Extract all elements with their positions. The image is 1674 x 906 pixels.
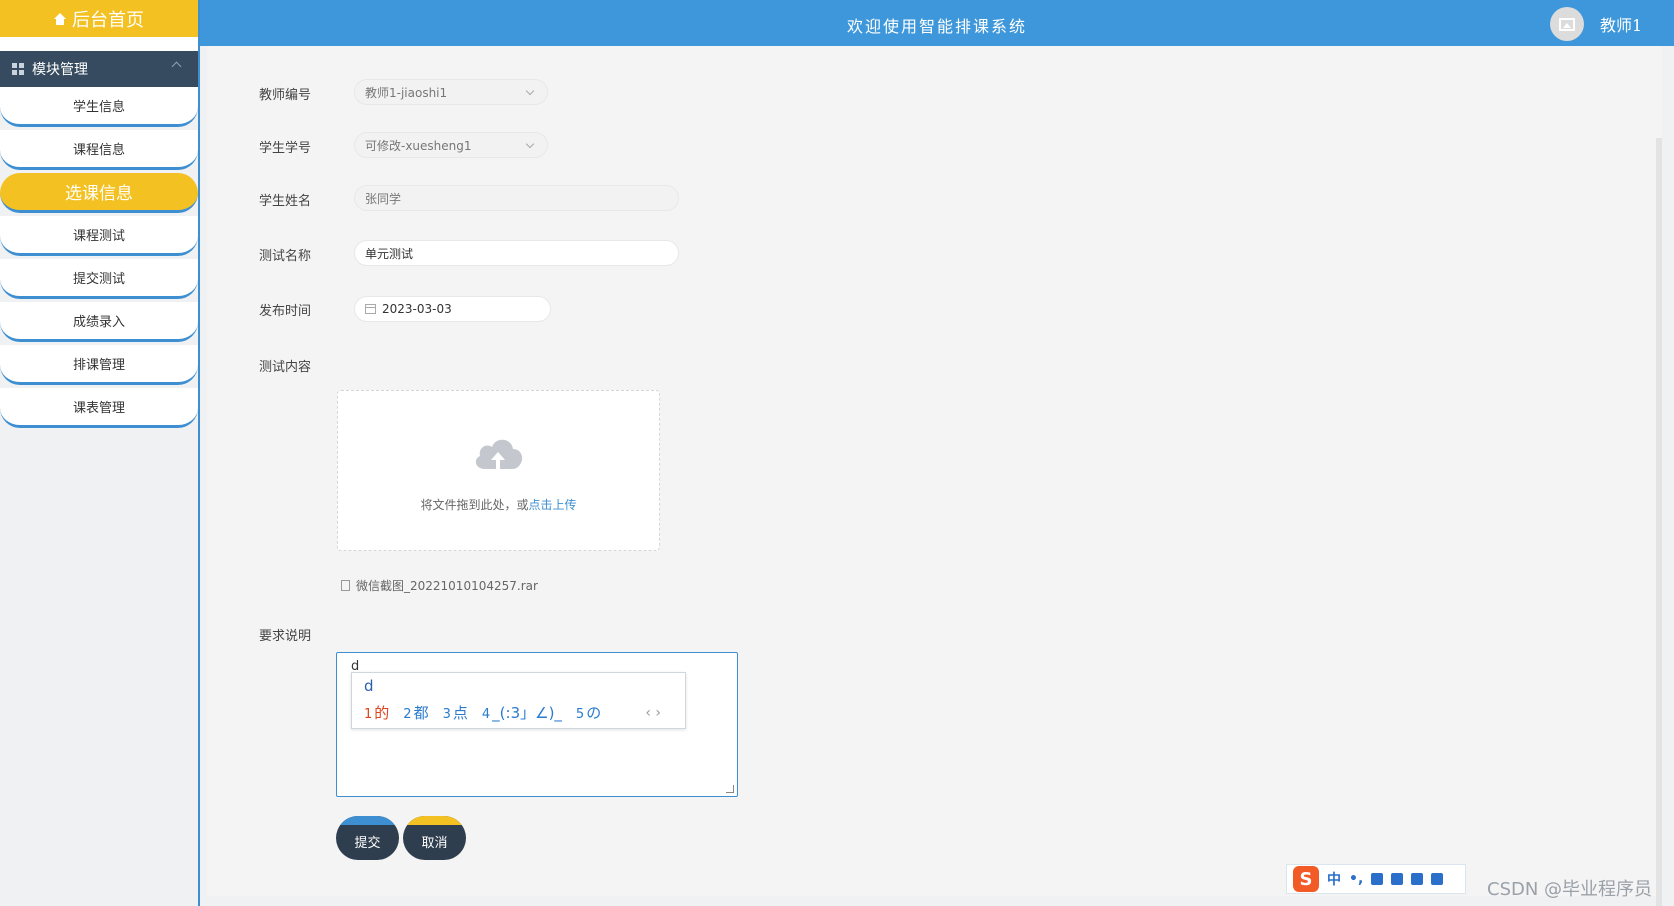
ime-page-arrows[interactable]: ‹ › [645, 705, 661, 721]
requirements-label: 要求说明 [259, 629, 312, 644]
calendar-icon [365, 304, 376, 314]
keyboard-icon[interactable] [1391, 873, 1404, 885]
page-title: 欢迎使用智能排课系统 [846, 17, 1027, 36]
sidebar-item-course-selection[interactable]: 选课信息 [0, 173, 198, 213]
publish-time-value: 2023-03-03 [382, 302, 452, 316]
ime-candidate[interactable]: 4 _(:3」∠)_ [482, 702, 562, 723]
sidebar: 后台首页 模块管理 学生信息 课程信息 选课信息 课程测试 提交测试 成绩录入 … [0, 0, 200, 906]
ime-candidate[interactable]: 1的 [364, 702, 389, 723]
resize-grip-icon[interactable] [726, 785, 734, 793]
ime-candidate[interactable]: 5の [576, 702, 601, 723]
home-label: 后台首页 [72, 9, 144, 31]
test-name-label: 测试名称 [259, 249, 312, 264]
publish-time-label: 发布时间 [259, 304, 312, 319]
sidebar-item-submit-test[interactable]: 提交测试 [0, 259, 198, 299]
upload-dropzone[interactable]: 将文件拖到此处，或点击上传 [337, 390, 660, 551]
module-label: 模块管理 [32, 62, 88, 78]
test-content-label: 测试内容 [259, 360, 312, 375]
ime-composing-text: d [364, 677, 374, 695]
teacher-id-select[interactable]: 教师1-jiaoshi1 [354, 79, 548, 105]
uploaded-file-name: 微信截图_20221010104257.rar [356, 579, 538, 593]
sidebar-spacer [0, 37, 198, 51]
upload-hint: 将文件拖到此处，或点击上传 [338, 496, 659, 513]
module-management-header[interactable]: 模块管理 [0, 51, 198, 87]
sidebar-menu: 学生信息 课程信息 选课信息 课程测试 提交测试 成绩录入 排课管理 课表管理 [0, 87, 198, 428]
student-name-value: 张同学 [365, 191, 402, 206]
submit-button[interactable]: 提交 [336, 816, 399, 860]
watermark: CSDN @毕业程序员 [1487, 879, 1653, 900]
ime-candidate[interactable]: 3点 [443, 702, 468, 723]
sidebar-item-course-info[interactable]: 课程信息 [0, 130, 198, 170]
cancel-label: 取消 [421, 835, 448, 850]
document-icon [341, 580, 350, 591]
microphone-icon[interactable] [1371, 873, 1384, 885]
avatar[interactable] [1550, 7, 1584, 41]
image-icon [1559, 17, 1575, 31]
upload-hint-text: 将文件拖到此处，或 [420, 498, 529, 512]
student-id-label: 学生学号 [259, 141, 312, 156]
cancel-button[interactable]: 取消 [403, 816, 466, 860]
chevron-down-icon [525, 86, 535, 96]
user-name[interactable]: 教师1 [1600, 12, 1642, 36]
ime-candidate-window: d 1的 2都 3点 4 _(:3」∠)_ 5の ‹ › [351, 672, 686, 729]
student-id-value: 可修改-xuesheng1 [365, 138, 472, 153]
toolbox-icon[interactable] [1431, 873, 1444, 885]
ime-toolbar: S 中 •, [1286, 864, 1466, 894]
sogou-logo-icon[interactable]: S [1293, 866, 1319, 892]
ime-mode-toggle[interactable]: 中 [1327, 869, 1341, 889]
sidebar-item-course-test[interactable]: 课程测试 [0, 216, 198, 256]
cloud-upload-icon [475, 439, 523, 469]
ime-candidate-list: 1的 2都 3点 4 _(:3」∠)_ 5の [364, 702, 601, 723]
teacher-id-value: 教师1-jiaoshi1 [365, 85, 448, 100]
sidebar-item-timetable[interactable]: 课表管理 [0, 388, 198, 428]
student-name-input[interactable]: 张同学 [354, 185, 679, 211]
student-id-select[interactable]: 可修改-xuesheng1 [354, 132, 548, 158]
sidebar-item-grade-entry[interactable]: 成绩录入 [0, 302, 198, 342]
grid-icon [12, 63, 24, 75]
test-name-input[interactable]: 单元测试 [354, 240, 679, 266]
upload-link[interactable]: 点击上传 [529, 498, 577, 512]
sidebar-item-student-info[interactable]: 学生信息 [0, 87, 198, 127]
uploaded-file[interactable]: 微信截图_20221010104257.rar [341, 577, 538, 594]
submit-label: 提交 [354, 835, 381, 850]
ime-punct-toggle[interactable]: •, [1349, 871, 1363, 887]
scrollbar[interactable] [1656, 138, 1662, 906]
sidebar-item-scheduling[interactable]: 排课管理 [0, 345, 198, 385]
chevron-down-icon [525, 139, 535, 149]
teacher-id-label: 教师编号 [259, 88, 312, 103]
skin-icon[interactable] [1411, 873, 1424, 885]
ime-candidate[interactable]: 2都 [403, 702, 428, 723]
chevron-up-icon [171, 61, 182, 72]
home-icon [54, 12, 66, 25]
test-name-value: 单元测试 [365, 246, 414, 261]
student-name-label: 学生姓名 [259, 194, 312, 209]
home-button[interactable]: 后台首页 [0, 0, 198, 37]
publish-time-datepicker[interactable]: 2023-03-03 [354, 296, 551, 322]
top-header: 欢迎使用智能排课系统 教师1 [200, 0, 1674, 46]
